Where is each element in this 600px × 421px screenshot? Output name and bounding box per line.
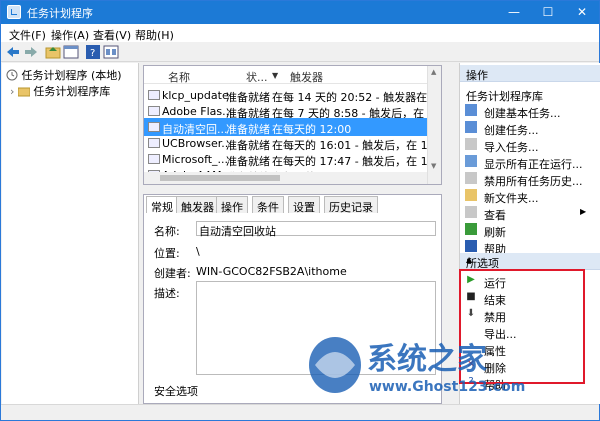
svg-text:?: ? <box>90 48 95 59</box>
close-button[interactable]: ✕ <box>565 1 599 24</box>
action-item[interactable]: 禁用所有任务历史... <box>460 170 584 188</box>
name-label: 名称: <box>154 225 180 238</box>
author-value: WIN-GCOC82FSB2A\ithome <box>196 265 347 278</box>
import-task-icon <box>465 138 477 150</box>
app-window: 任务计划程序 — ☐ ✕ 文件(F) 操作(A) 查看(V) 帮助(H) ? 任… <box>0 0 600 421</box>
description-label: 描述: <box>154 287 180 300</box>
svg-text:www.Ghost123.com: www.Ghost123.com <box>369 379 525 395</box>
refresh-icon <box>465 223 477 235</box>
action-library-header: 任务计划程序库 <box>460 85 584 103</box>
menu-bar: 文件(F) 操作(A) 查看(V) 帮助(H) <box>1 24 599 42</box>
list-vertical-scrollbar[interactable]: ▲ ▼ <box>427 66 441 184</box>
list-horizontal-scrollbar[interactable] <box>144 172 427 184</box>
menu-action[interactable]: 操作(A) <box>51 27 89 43</box>
action-item[interactable]: 导入任务... <box>460 136 584 154</box>
task-icon <box>148 90 160 100</box>
task-icon <box>148 122 160 132</box>
folder-up-icon[interactable] <box>45 44 61 60</box>
menu-file[interactable]: 文件(F) <box>9 27 46 43</box>
clock-icon <box>6 69 18 81</box>
folder-icon <box>17 87 31 97</box>
tab-triggers[interactable]: 触发器 <box>176 196 219 214</box>
collapse-up-icon[interactable]: ▲ <box>466 255 595 264</box>
history-icon <box>465 172 477 184</box>
column-status[interactable]: 状... <box>246 69 268 85</box>
tab-conditions[interactable]: 条件 <box>252 196 284 214</box>
show-hide-pane-icon[interactable] <box>63 44 79 60</box>
tree-item-root[interactable]: 任务计划程序 (本地) <box>6 67 122 83</box>
action-item[interactable]: 创建基本任务... <box>460 102 584 120</box>
task-icon <box>148 154 160 164</box>
action-item[interactable]: 显示所有正在运行... <box>460 153 584 171</box>
author-label: 创建者: <box>154 267 191 280</box>
actions-section-header[interactable]: 操作 <box>460 65 600 82</box>
maximize-button[interactable]: ☐ <box>531 1 565 24</box>
tree-library-label: 任务计划程序库 <box>33 85 111 98</box>
properties-icon[interactable] <box>103 44 119 60</box>
view-icon <box>465 206 477 218</box>
detail-tabs: 常规 触发器 操作 条件 设置 历史记录 <box>144 195 443 214</box>
task-scheduler-icon <box>7 5 21 19</box>
task-icon <box>148 138 160 148</box>
tab-actions[interactable]: 操作 <box>216 196 248 214</box>
back-arrow-icon[interactable] <box>5 44 21 60</box>
location-label: 位置: <box>154 247 180 260</box>
action-item[interactable]: 刷新 <box>460 221 584 239</box>
tree-item-library[interactable]: › 任务计划程序库 <box>10 83 110 99</box>
name-field[interactable]: 自动清空回收站 <box>196 221 436 238</box>
minimize-button[interactable]: — <box>497 1 531 24</box>
navigation-tree: 任务计划程序 (本地) › 任务计划程序库 <box>2 63 139 404</box>
column-trigger[interactable]: 触发器 <box>290 69 323 85</box>
action-item[interactable]: 新文件夹... <box>460 187 584 205</box>
selected-section-header[interactable]: 所选项 ▲ <box>460 253 600 270</box>
location-value: \ <box>196 245 200 258</box>
task-icon <box>148 106 160 116</box>
create-basic-task-icon <box>465 104 477 116</box>
actions-header-label: 操作 <box>466 69 488 82</box>
svg-text:系统之家: 系统之家 <box>367 342 487 377</box>
tab-general[interactable]: 常规 <box>146 196 178 214</box>
task-list-header: 名称 状... ▼ 触发器 <box>144 66 427 84</box>
chevron-right-icon[interactable]: › <box>10 85 14 98</box>
column-name[interactable]: 名称 <box>168 69 190 85</box>
name-value: 自动清空回收站 <box>199 225 276 238</box>
menu-view[interactable]: 查看(V) <box>93 27 131 43</box>
status-bar <box>1 404 599 420</box>
task-list: 名称 状... ▼ 触发器 klcp_update 准备就绪 在每 14 天的 20… <box>143 65 442 185</box>
menu-help[interactable]: 帮助(H) <box>135 27 174 43</box>
security-options-label: 安全选项 <box>154 385 198 398</box>
sort-down-icon: ▼ <box>272 71 279 80</box>
title-bar: 任务计划程序 — ☐ ✕ <box>1 1 599 24</box>
watermark-logo: 系统之家 www.Ghost123.com <box>301 329 551 399</box>
toolbar: ? <box>1 42 599 62</box>
running-tasks-icon <box>465 155 477 167</box>
new-folder-icon <box>465 189 477 201</box>
window-title: 任务计划程序 <box>27 7 93 20</box>
forward-arrow-icon[interactable] <box>23 44 39 60</box>
submenu-arrow-icon: ▶ <box>580 207 587 216</box>
help-icon <box>465 240 477 252</box>
help-icon[interactable]: ? <box>85 44 101 60</box>
tab-history[interactable]: 历史记录 <box>324 196 378 214</box>
globe-logo-icon: 系统之家 www.Ghost123.com <box>309 337 525 395</box>
action-item[interactable]: 查看 ▶ <box>460 204 587 222</box>
create-task-icon <box>465 121 477 133</box>
tab-settings[interactable]: 设置 <box>288 196 320 214</box>
tree-root-label: 任务计划程序 (本地) <box>21 69 122 82</box>
action-item[interactable]: 创建任务... <box>460 119 584 137</box>
